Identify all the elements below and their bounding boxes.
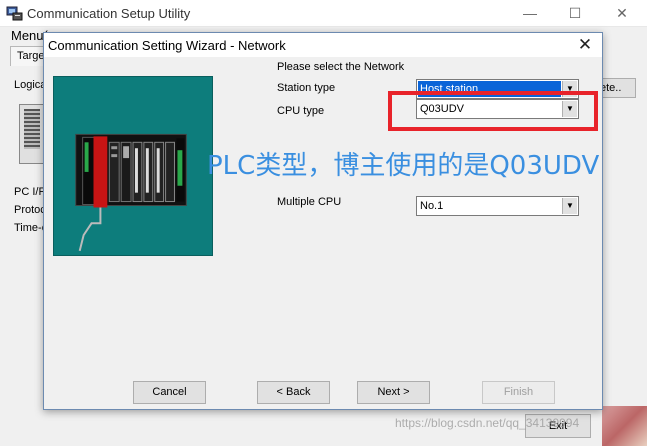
station-thumbnail bbox=[19, 104, 45, 164]
cancel-button[interactable]: Cancel bbox=[133, 381, 206, 404]
multiple-cpu-label: Multiple CPU bbox=[277, 196, 342, 208]
multiple-cpu-select[interactable]: No.1 ▼ bbox=[416, 196, 579, 216]
main-title-bar: Communication Setup Utility — ☐ ✕ bbox=[0, 0, 647, 27]
annotation-highlight-box bbox=[388, 91, 598, 131]
multiple-cpu-value: No.1 bbox=[420, 200, 444, 212]
protocol-label: Protoc bbox=[14, 204, 46, 216]
plc-illustration bbox=[53, 76, 213, 256]
network-wizard-dialog: Communication Setting Wizard - Network ✕… bbox=[43, 32, 603, 410]
next-button[interactable]: Next > bbox=[357, 381, 430, 404]
network-prompt: Please select the Network bbox=[277, 61, 405, 73]
chevron-down-icon[interactable]: ▼ bbox=[562, 198, 577, 214]
pc-if-label: PC I/F bbox=[14, 186, 46, 198]
app-icon bbox=[6, 6, 23, 21]
logical-label: Logica bbox=[14, 79, 47, 91]
maximize-icon[interactable]: ☐ bbox=[565, 4, 585, 22]
finish-button: Finish bbox=[482, 381, 555, 404]
back-button[interactable]: < Back bbox=[257, 381, 330, 404]
dialog-close-icon[interactable]: ✕ bbox=[574, 35, 596, 55]
minimize-icon[interactable]: — bbox=[520, 4, 540, 22]
watermark: https://blog.csdn.net/qq_34139994 bbox=[395, 416, 580, 430]
cpu-type-label: CPU type bbox=[277, 105, 325, 117]
dialog-title: Communication Setting Wizard - Network bbox=[48, 38, 286, 53]
right-panel bbox=[602, 100, 647, 440]
dialog-title-bar: Communication Setting Wizard - Network ✕ bbox=[44, 33, 602, 57]
main-window-title: Communication Setup Utility bbox=[27, 6, 191, 21]
close-icon[interactable]: ✕ bbox=[612, 4, 632, 22]
station-type-label: Station type bbox=[277, 82, 336, 94]
annotation-text: PLC类型，博主使用的是Q03UDV bbox=[207, 151, 600, 181]
desktop-background bbox=[602, 406, 647, 446]
